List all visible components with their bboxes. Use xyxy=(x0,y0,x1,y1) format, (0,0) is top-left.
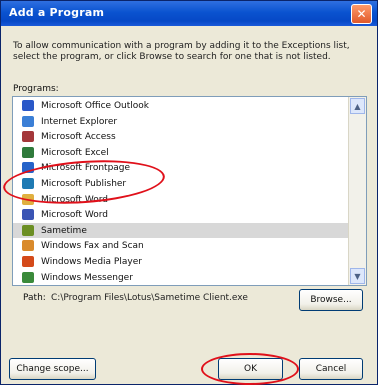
program-list-item[interactable]: Microsoft Access xyxy=(13,129,348,145)
close-icon: ✕ xyxy=(356,7,367,21)
programs-list[interactable]: Microsoft Office Outlook Internet Explore… xyxy=(13,98,348,285)
program-label: Windows Fax and Scan xyxy=(41,241,144,252)
ok-button[interactable]: OK xyxy=(218,358,283,380)
program-list-item[interactable]: Internet Explorer xyxy=(13,114,348,130)
program-label: Microsoft Frontpage xyxy=(41,163,131,174)
program-label: Microsoft Publisher xyxy=(41,178,127,189)
ie-icon xyxy=(22,115,34,127)
arrow-down-icon: ▼ xyxy=(354,272,361,281)
fax-icon xyxy=(22,240,34,252)
arrow-up-icon: ▲ xyxy=(354,102,361,111)
program-list-item[interactable]: Microsoft Publisher xyxy=(13,176,348,192)
program-label: Microsoft Excel xyxy=(41,147,109,158)
path-label: Path: xyxy=(23,293,46,303)
program-list-item[interactable]: Microsoft Office Outlook xyxy=(13,98,348,114)
programs-listbox[interactable]: Microsoft Office Outlook Internet Explore… xyxy=(12,96,367,286)
dialog-title: Add a Program xyxy=(9,6,105,19)
excel-icon xyxy=(22,146,34,158)
program-list-item[interactable]: Microsoft Excel xyxy=(13,145,348,161)
publisher-icon xyxy=(22,177,34,189)
scroll-up-button[interactable]: ▲ xyxy=(350,98,365,114)
frontpage-icon xyxy=(22,162,34,174)
program-list-item[interactable]: Microsoft Frontpage xyxy=(13,160,348,176)
program-label: Sametime xyxy=(41,225,87,236)
close-button[interactable]: ✕ xyxy=(351,4,372,24)
program-label: Microsoft Word xyxy=(41,194,108,205)
dialog-description: To allow communication with a program by… xyxy=(13,41,350,62)
word-icon xyxy=(22,193,34,205)
program-label: Microsoft Office Outlook xyxy=(41,101,149,111)
media-player-icon xyxy=(22,255,34,267)
word-icon xyxy=(22,209,34,221)
program-label: Windows Messenger xyxy=(41,272,133,283)
program-list-item[interactable]: Windows Fax and Scan xyxy=(13,238,348,254)
program-list-item[interactable]: Windows Media Player xyxy=(13,254,348,270)
program-label: Microsoft Word xyxy=(41,210,108,221)
program-list-item[interactable]: Sametime xyxy=(13,222,348,239)
program-list-item[interactable]: Windows Messenger xyxy=(13,270,348,285)
program-label: Microsoft Access xyxy=(41,132,116,143)
program-list-item[interactable]: Microsoft Word xyxy=(13,207,348,223)
browse-button[interactable]: Browse... xyxy=(299,289,363,311)
program-label: Windows Media Player xyxy=(41,256,142,267)
add-program-dialog: Add a Program ✕ To allow communication w… xyxy=(0,0,378,385)
path-field: C:\Program Files\Lotus\Sametime Client.e… xyxy=(51,293,248,303)
access-icon xyxy=(22,131,34,143)
scroll-down-button[interactable]: ▼ xyxy=(350,268,365,284)
sametime-icon xyxy=(22,224,34,236)
vertical-scrollbar[interactable]: ▲ ▼ xyxy=(348,97,366,285)
programs-label: Programs: xyxy=(13,84,59,94)
messenger-icon xyxy=(22,271,34,283)
program-label: Internet Explorer xyxy=(41,116,118,127)
title-bar[interactable]: Add a Program ✕ xyxy=(1,1,377,26)
cancel-button[interactable]: Cancel xyxy=(299,358,363,380)
outlook-icon xyxy=(22,100,34,111)
program-list-item[interactable]: Microsoft Word xyxy=(13,192,348,208)
change-scope-button[interactable]: Change scope... xyxy=(9,358,96,380)
